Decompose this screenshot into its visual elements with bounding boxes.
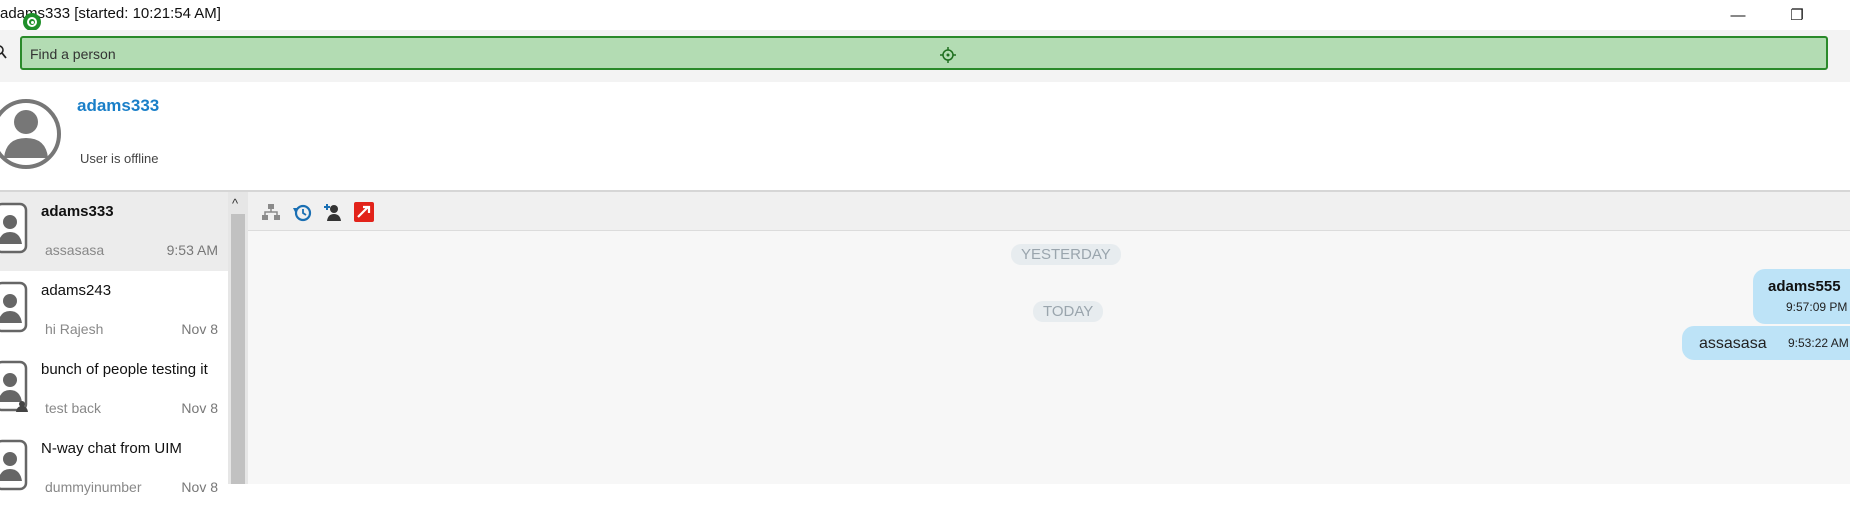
search-icon[interactable] — [0, 44, 8, 60]
avatar — [0, 99, 61, 169]
conversation-snippet: test back — [45, 400, 102, 416]
chat-toolbar — [248, 192, 1850, 231]
target-icon — [23, 13, 41, 31]
history-icon[interactable] — [292, 202, 312, 222]
scroll-up-icon[interactable]: ^ — [232, 196, 238, 211]
message-text: assasasa — [1699, 335, 1767, 352]
profile-status: User is offline — [80, 151, 159, 166]
list-item[interactable]: adams333 assasasa 9:53 AM — [0, 192, 228, 271]
conversation-name: adams243 — [41, 282, 112, 299]
conversation-snippet: assasasa — [45, 242, 105, 258]
conversation-list: adams333 assasasa 9:53 AM adams243 hi Ra… — [0, 192, 228, 495]
conversation-time: Nov 8 — [181, 321, 218, 337]
avatar — [0, 439, 28, 491]
minimize-button[interactable]: — — [1715, 0, 1761, 30]
conversation-time: 9:53 AM — [166, 242, 218, 258]
conversation-snippet: hi Rajesh — [45, 321, 104, 337]
search-input[interactable] — [28, 42, 1732, 66]
conversation-name: bunch of people testing it — [41, 361, 208, 378]
group-avatar — [0, 360, 28, 412]
restore-button[interactable]: ❐ — [1774, 0, 1820, 30]
org-chart-icon[interactable] — [261, 202, 281, 222]
avatar — [0, 202, 28, 254]
title-bar: adams333 [started: 10:21:54 AM] — ❐ — [0, 0, 1850, 30]
list-item[interactable]: N-way chat from UIM dummyinumber Nov 8 — [0, 429, 228, 508]
list-item[interactable]: adams243 hi Rajesh Nov 8 — [0, 271, 228, 350]
share-icon[interactable] — [354, 202, 374, 222]
chat-transcript: YESTERDAY adams555 9:57:09 PM TODAY assa… — [248, 231, 1850, 484]
search-field[interactable] — [20, 36, 1828, 70]
profile-name[interactable]: adams333 — [77, 96, 159, 116]
list-item[interactable]: bunch of people testing it test back Nov… — [0, 350, 228, 429]
message-time: 9:57:09 PM — [1786, 300, 1848, 314]
message-sender: adams555 — [1768, 278, 1841, 295]
conversation-time: Nov 8 — [181, 400, 218, 416]
conversation-snippet: dummyinumber — [45, 479, 142, 495]
conversation-scrollbar[interactable]: ^ — [228, 192, 248, 484]
message-time: 9:53:22 AM — [1788, 336, 1849, 350]
day-separator: YESTERDAY — [1011, 244, 1121, 265]
conversation-time: Nov 8 — [181, 479, 218, 495]
message-bubble: adams555 9:57:09 PM — [1753, 269, 1850, 324]
scrollbar-thumb[interactable] — [231, 214, 245, 484]
conversation-name: adams333 — [41, 203, 114, 220]
conversation-name: N-way chat from UIM — [41, 440, 182, 457]
message-bubble: assasasa 9:53:22 AM — [1682, 326, 1850, 360]
add-person-icon[interactable] — [323, 202, 343, 222]
crosshair-icon — [940, 47, 956, 63]
profile-header: adams333 User is offline — [0, 82, 1850, 192]
day-separator: TODAY — [1033, 301, 1104, 322]
avatar — [0, 281, 28, 333]
